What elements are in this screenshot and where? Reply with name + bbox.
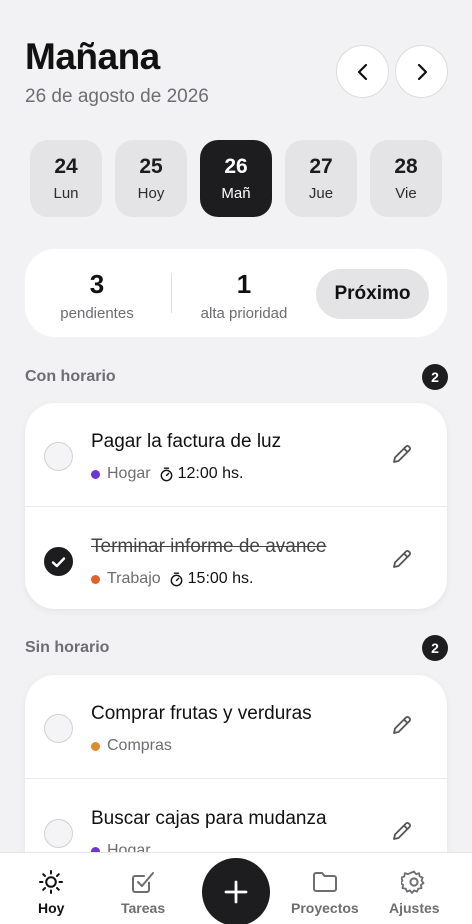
pencil-icon[interactable] bbox=[391, 548, 413, 570]
pending-count: 3 bbox=[89, 269, 105, 299]
task-title: Comprar frutas y verduras bbox=[91, 703, 312, 724]
day-label: Jue bbox=[308, 185, 334, 202]
tab-label: Tareas bbox=[121, 900, 166, 916]
sun-icon bbox=[39, 870, 64, 894]
checkmark-icon bbox=[51, 556, 66, 567]
task-title: Pagar la factura de luz bbox=[91, 431, 282, 452]
task-category: Hogar bbox=[107, 465, 151, 482]
tab-label: Proyectos bbox=[291, 900, 359, 916]
day-number: 27 bbox=[309, 155, 333, 178]
day-number: 26 bbox=[224, 155, 248, 178]
section-header-unscheduled: Sin horario 2 bbox=[25, 635, 448, 661]
task-title: Buscar cajas para mudanza bbox=[91, 808, 327, 829]
checkbox-icon bbox=[132, 872, 155, 893]
section-label: Sin horario bbox=[25, 639, 110, 656]
timer-icon bbox=[160, 467, 172, 481]
day-chip-25[interactable]: 25 Hoy bbox=[115, 140, 187, 217]
tab-tasks[interactable]: Tareas bbox=[121, 869, 165, 916]
tab-label: Ajustes bbox=[389, 900, 440, 916]
day-label: Hoy bbox=[137, 185, 165, 202]
day-chip-24[interactable]: 24 Lun bbox=[30, 140, 102, 217]
day-chip-27[interactable]: 27 Jue bbox=[285, 140, 357, 217]
gear-icon bbox=[401, 870, 425, 894]
task-meta: Trabajo 15:00 hs. bbox=[91, 570, 253, 588]
day-number: 25 bbox=[139, 155, 163, 178]
task-row[interactable]: Terminar informe de avance Trabajo 15:00… bbox=[25, 506, 447, 609]
day-label: Lun bbox=[53, 185, 79, 202]
scheduled-task-list: Pagar la factura de luz Hogar 12:00 hs. … bbox=[25, 403, 447, 609]
tab-label: Hoy bbox=[38, 900, 65, 916]
day-number: 28 bbox=[394, 155, 418, 178]
summary-divider bbox=[171, 273, 172, 313]
add-task-button[interactable] bbox=[202, 858, 270, 924]
day-chip-26[interactable]: 26 Mañ bbox=[200, 140, 272, 217]
day-number: 24 bbox=[54, 155, 78, 178]
section-label: Con horario bbox=[25, 368, 116, 385]
task-checkbox-checked[interactable] bbox=[44, 547, 73, 576]
task-meta: Compras bbox=[91, 737, 172, 755]
category-dot bbox=[91, 741, 100, 751]
priority-count: 1 bbox=[236, 269, 252, 299]
tab-settings[interactable]: Ajustes bbox=[389, 869, 440, 916]
task-category: Compras bbox=[107, 737, 172, 754]
task-time: 15:00 hs. bbox=[170, 570, 254, 588]
tab-today[interactable]: Hoy bbox=[38, 869, 64, 916]
task-checkbox[interactable] bbox=[44, 819, 73, 848]
task-time-value: 12:00 hs. bbox=[177, 465, 244, 482]
plus-icon bbox=[224, 880, 248, 904]
pending-stat: 3 pendientes bbox=[47, 269, 147, 322]
chevron-right-icon bbox=[417, 63, 427, 80]
task-meta: Hogar 12:00 hs. bbox=[91, 465, 243, 483]
task-category: Trabajo bbox=[107, 570, 161, 587]
next-task-button[interactable]: Próximo bbox=[316, 269, 429, 319]
day-label: Mañ bbox=[221, 185, 251, 202]
task-time: 12:00 hs. bbox=[160, 465, 244, 483]
task-row[interactable]: Comprar frutas y verduras Compras bbox=[25, 675, 447, 778]
day-selector: 24 Lun 25 Hoy 26 Mañ 27 Jue 28 Vie bbox=[30, 140, 442, 217]
tab-projects[interactable]: Proyectos bbox=[291, 869, 359, 916]
task-row[interactable]: Pagar la factura de luz Hogar 12:00 hs. bbox=[25, 403, 447, 506]
chevron-left-icon bbox=[357, 63, 367, 80]
page-date: 26 de agosto de 2026 bbox=[25, 86, 209, 107]
pencil-icon[interactable] bbox=[391, 714, 413, 736]
task-checkbox[interactable] bbox=[44, 714, 73, 743]
task-title: Terminar informe de avance bbox=[91, 536, 327, 557]
count-badge: 2 bbox=[422, 635, 448, 661]
folder-icon bbox=[312, 872, 337, 892]
previous-day-button[interactable] bbox=[336, 45, 389, 98]
page-title: Mañana bbox=[25, 36, 160, 77]
count-badge: 2 bbox=[422, 364, 448, 390]
day-chip-28[interactable]: 28 Vie bbox=[370, 140, 442, 217]
pencil-icon[interactable] bbox=[391, 443, 413, 465]
category-dot bbox=[91, 469, 100, 479]
priority-label: alta prioridad bbox=[200, 305, 288, 322]
task-time-value: 15:00 hs. bbox=[187, 570, 254, 587]
pending-label: pendientes bbox=[60, 305, 134, 322]
task-checkbox[interactable] bbox=[44, 442, 73, 471]
day-label: Vie bbox=[395, 185, 417, 202]
pencil-icon[interactable] bbox=[391, 820, 413, 842]
next-day-button[interactable] bbox=[395, 45, 448, 98]
category-dot bbox=[91, 574, 100, 584]
priority-stat: 1 alta prioridad bbox=[193, 269, 295, 322]
section-header-scheduled: Con horario 2 bbox=[25, 364, 448, 390]
timer-icon bbox=[170, 572, 183, 586]
page-header: Mañana 26 de agosto de 2026 bbox=[25, 36, 209, 108]
summary-card: 3 pendientes 1 alta prioridad Próximo bbox=[25, 249, 447, 337]
